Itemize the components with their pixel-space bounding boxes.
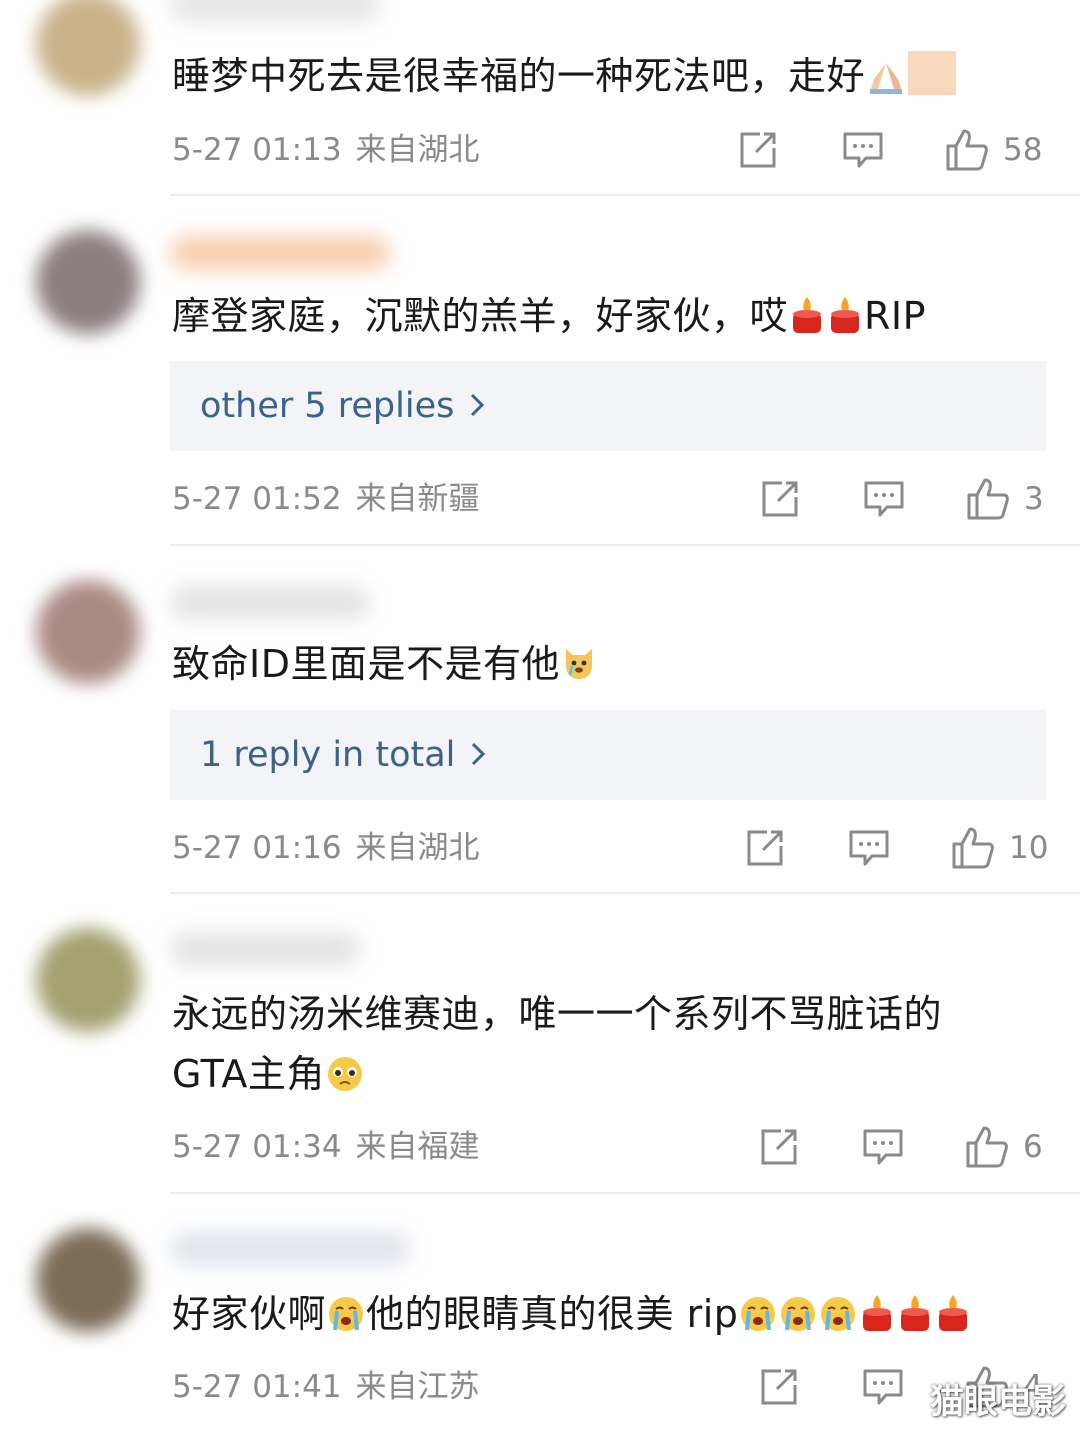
avatar[interactable] bbox=[36, 928, 140, 1032]
replies-link[interactable]: other 5 replies bbox=[200, 361, 485, 451]
candle-emoji bbox=[859, 1290, 895, 1350]
share-button[interactable] bbox=[745, 823, 785, 873]
chevron-right-icon bbox=[470, 361, 485, 451]
avatar[interactable] bbox=[36, 1228, 140, 1332]
comment-meta: 5-27 01:41 来自江苏 bbox=[172, 1362, 480, 1412]
thumbs-up-icon bbox=[966, 1126, 1008, 1168]
reply-button[interactable] bbox=[863, 474, 905, 524]
comment-item: 致命ID里面是不是有他 1 reply in total 5-27 01:16 来… bbox=[0, 546, 1080, 894]
comment-text: 睡梦中死去是很幸福的一种死法吧，走好 bbox=[172, 46, 990, 112]
username[interactable] bbox=[170, 0, 380, 22]
chevron-right-icon bbox=[471, 710, 486, 800]
location: 来自湖北 bbox=[355, 830, 480, 866]
comment-icon bbox=[864, 481, 904, 517]
comment-icon bbox=[849, 830, 889, 866]
comment-meta: 5-27 01:34 来自福建 bbox=[172, 1122, 480, 1172]
timestamp: 5-27 01:34 bbox=[172, 1129, 342, 1165]
reply-button[interactable] bbox=[848, 823, 890, 873]
comment-meta: 5-27 01:16 来自湖北 bbox=[172, 823, 480, 873]
reply-button[interactable] bbox=[862, 1122, 904, 1172]
username[interactable] bbox=[170, 1232, 410, 1266]
username[interactable] bbox=[170, 236, 390, 270]
share-button[interactable] bbox=[759, 1122, 799, 1172]
candle-emoji bbox=[827, 292, 863, 352]
comment-item: 睡梦中死去是很幸福的一种死法吧，走好 5-27 01:13 来自湖北 58 bbox=[0, 0, 1080, 196]
pleading-face-emoji bbox=[326, 1050, 364, 1110]
like-count: 3 bbox=[1024, 481, 1044, 517]
loudly-crying-emoji bbox=[739, 1290, 777, 1350]
timestamp: 5-27 01:41 bbox=[172, 1369, 342, 1405]
folded-hands-emoji bbox=[866, 52, 906, 112]
thumbs-up-icon bbox=[946, 129, 988, 171]
share-button[interactable] bbox=[738, 125, 778, 175]
comment-icon bbox=[843, 132, 883, 168]
comment-text: 永远的汤米维赛迪，唯一一个系列不骂脏话的 GTA主角 bbox=[172, 984, 990, 1110]
like-count: 58 bbox=[1003, 132, 1043, 168]
comment-feed: 睡梦中死去是很幸福的一种死法吧，走好 5-27 01:13 来自湖北 58 摩登家… bbox=[0, 0, 1080, 1440]
location: 来自福建 bbox=[355, 1129, 480, 1165]
timestamp: 5-27 01:52 bbox=[172, 481, 342, 517]
comment-item: 永远的汤米维赛迪，唯一一个系列不骂脏话的 GTA主角 5-27 01:34 来自福… bbox=[0, 894, 1080, 1194]
view-replies[interactable]: other 5 replies bbox=[170, 361, 1046, 451]
location: 来自江苏 bbox=[355, 1369, 480, 1405]
comment-item: 摩登家庭，沉默的羔羊，好家伙，哎 RIP other 5 replies 5-2… bbox=[0, 196, 1080, 546]
candle-emoji bbox=[935, 1290, 971, 1350]
timestamp: 5-27 01:13 bbox=[172, 132, 342, 168]
like-count: 10 bbox=[1009, 830, 1049, 866]
thumbs-up-icon bbox=[952, 827, 994, 869]
avatar[interactable] bbox=[36, 230, 140, 334]
reply-button[interactable] bbox=[842, 125, 884, 175]
username[interactable] bbox=[170, 932, 360, 966]
share-button[interactable] bbox=[759, 1362, 799, 1412]
avatar[interactable] bbox=[36, 580, 140, 684]
thumbs-up-icon bbox=[967, 478, 1009, 520]
comment-text: 致命ID里面是不是有他 bbox=[172, 634, 990, 700]
location: 来自湖北 bbox=[355, 132, 480, 168]
comment-text: 摩登家庭，沉默的羔羊，好家伙，哎 RIP bbox=[172, 286, 990, 352]
like-count: 6 bbox=[1023, 1129, 1043, 1165]
comment-meta: 5-27 01:52 来自新疆 bbox=[172, 474, 480, 524]
comment-text: 好家伙啊 他的眼睛真的很美 rip bbox=[172, 1284, 1060, 1350]
reply-button[interactable] bbox=[862, 1362, 904, 1412]
watermark: 猫眼电影 bbox=[930, 1382, 1066, 1422]
comment-item: 好家伙啊 他的眼睛真的很美 rip 5-27 01:41 来自江苏 4 bbox=[0, 1194, 1080, 1440]
share-button[interactable] bbox=[760, 474, 800, 524]
like-button[interactable]: 6 bbox=[965, 1122, 1043, 1172]
share-icon bbox=[761, 1129, 797, 1165]
candle-emoji bbox=[897, 1290, 933, 1350]
timestamp: 5-27 01:16 bbox=[172, 830, 342, 866]
candle-emoji bbox=[789, 292, 825, 352]
comment-icon bbox=[863, 1369, 903, 1405]
view-replies[interactable]: 1 reply in total bbox=[170, 710, 1046, 800]
comment-icon bbox=[863, 1129, 903, 1165]
like-button[interactable]: 58 bbox=[945, 125, 1042, 175]
like-button[interactable]: 10 bbox=[951, 823, 1048, 873]
loudly-crying-emoji bbox=[819, 1290, 857, 1350]
skin-tone-box bbox=[908, 51, 957, 95]
crying-dog-emoji bbox=[561, 640, 597, 700]
loudly-crying-emoji bbox=[327, 1290, 365, 1350]
like-button[interactable]: 3 bbox=[966, 474, 1044, 524]
location: 来自新疆 bbox=[355, 481, 480, 517]
comment-meta: 5-27 01:13 来自湖北 bbox=[172, 125, 480, 175]
share-icon bbox=[761, 1369, 797, 1405]
share-icon bbox=[740, 132, 776, 168]
share-icon bbox=[762, 481, 798, 517]
replies-link[interactable]: 1 reply in total bbox=[200, 710, 486, 800]
share-icon bbox=[747, 830, 783, 866]
avatar[interactable] bbox=[36, 0, 140, 96]
loudly-crying-emoji bbox=[779, 1290, 817, 1350]
username[interactable] bbox=[170, 586, 370, 620]
